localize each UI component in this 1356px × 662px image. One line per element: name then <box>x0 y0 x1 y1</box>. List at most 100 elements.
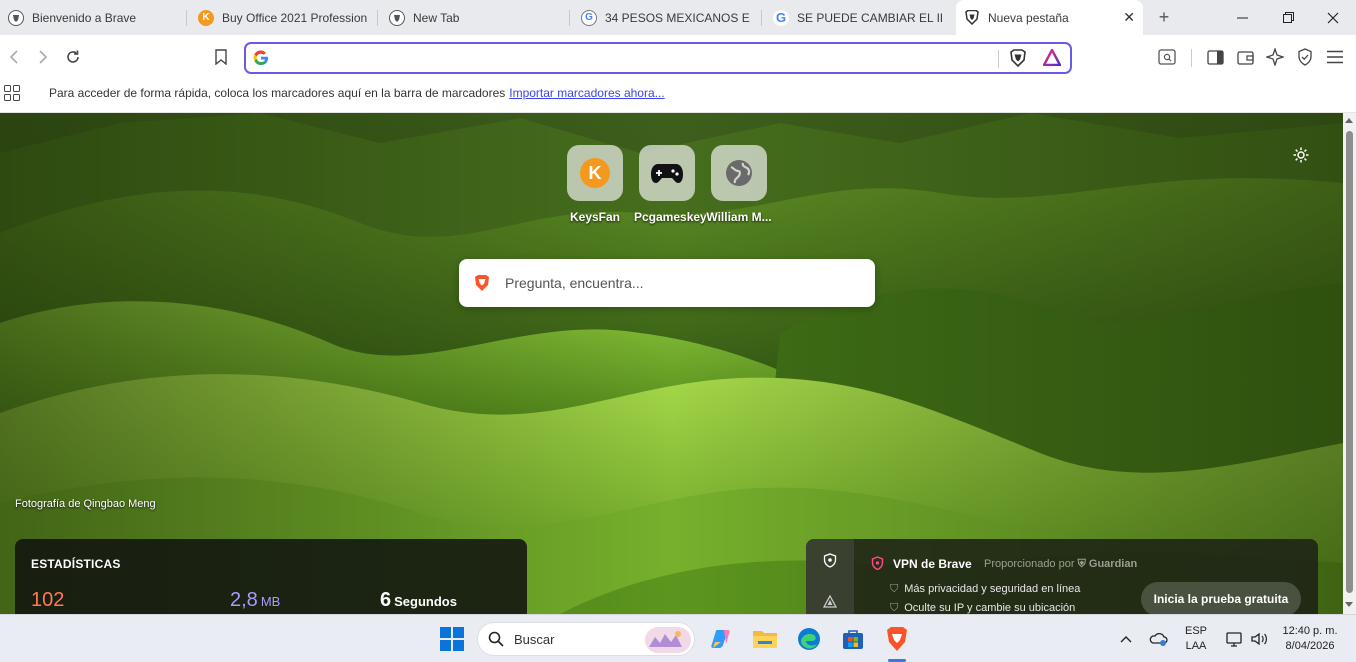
sidebar-icon[interactable] <box>1204 46 1226 68</box>
leo-ai-icon[interactable] <box>1264 46 1286 68</box>
bandwidth-value: 2,8 <box>230 589 258 611</box>
vpn-powered-by: Proporcionado por ⛨ Guardian <box>984 558 1137 571</box>
vpn-benefit-2: ⛉ Oculte su IP y cambie su ubicación <box>890 602 1075 614</box>
vpn-widget: VPN de Brave Proporcionado por ⛨ Guardia… <box>806 539 1318 614</box>
page-scrollbar[interactable] <box>1343 113 1356 614</box>
close-tab-icon[interactable]: ✕ <box>1123 9 1135 26</box>
top-site-william[interactable]: William M... <box>706 145 772 224</box>
tab-new-tab[interactable]: New Tab <box>381 0 571 35</box>
time-value: 6 <box>380 589 392 611</box>
windows-taskbar: Buscar ESP LAA 12:40 p. m. 8/04/2026 <box>0 614 1356 662</box>
bookmark-icon[interactable] <box>210 46 232 68</box>
photo-credit: Fotografía de Qingbao Meng <box>15 498 156 510</box>
top-site-keysfan[interactable]: K KeysFan <box>562 145 628 224</box>
ntp-search-placeholder: Pregunta, encuentra... <box>505 275 644 291</box>
google-icon: G <box>773 9 789 26</box>
tab-separator <box>186 10 187 26</box>
top-site-pcgameskey[interactable]: Pcgameskey <box>634 145 707 224</box>
scroll-down-arrow-icon[interactable] <box>1345 602 1353 607</box>
tab-title: SE PUEDE CAMBIAR EL IDIOMA <box>797 10 942 25</box>
keyboard-layout: LAA <box>1185 640 1207 652</box>
bandwidth-saved: 2,8 MB <box>230 589 280 612</box>
volume-icon[interactable] <box>1245 625 1273 653</box>
vpn-benefit-1: ⛉ Más privacidad y seguridad en línea <box>890 583 1080 596</box>
brave-shields-icon[interactable] <box>1009 49 1027 71</box>
close-window-button[interactable] <box>1310 0 1356 35</box>
time-saved: 6 Segundos <box>380 589 457 612</box>
vpn-title: VPN de Brave <box>893 557 972 571</box>
vpn-benefit-text: Más privacidad y seguridad en línea <box>904 583 1081 595</box>
vpn-free-trial-button[interactable]: Inicia la prueba gratuita <box>1141 582 1301 614</box>
onedrive-status-icon[interactable] <box>1144 625 1172 653</box>
powered-by-text: Proporcionado por <box>984 558 1075 570</box>
vpn-widget-sidebar <box>806 539 854 614</box>
windows-start-icon[interactable] <box>438 625 466 653</box>
vpn-logo-icon <box>871 556 884 573</box>
language-code: ESP <box>1184 625 1207 637</box>
copilot-icon[interactable] <box>707 625 735 653</box>
restore-button[interactable] <box>1265 0 1311 35</box>
top-site-label: William M... <box>706 210 772 224</box>
vpn-shield-icon[interactable] <box>823 553 837 571</box>
clock[interactable]: 12:40 p. m. 8/04/2026 <box>1274 624 1346 654</box>
tab-strip: Bienvenido a Brave K Buy Office 2021 Pro… <box>0 0 1356 35</box>
clock-time: 12:40 p. m. <box>1282 625 1338 637</box>
brave-rewards-icon[interactable] <box>1042 48 1062 69</box>
vpn-icon[interactable] <box>1294 46 1316 68</box>
check-shield-icon: ⛉ <box>890 583 899 595</box>
bookmarks-bar-message: Para acceder de forma rápida, coloca los… <box>49 86 665 100</box>
taskbar-search-label: Buscar <box>514 632 555 647</box>
search-highlight-icon <box>645 627 691 656</box>
import-bookmarks-link[interactable]: Importar marcadores ahora... <box>509 86 664 100</box>
search-icon <box>488 631 504 650</box>
brave-shield-icon <box>964 10 980 26</box>
clock-date: 8/04/2026 <box>1285 640 1335 652</box>
edge-icon[interactable] <box>795 625 823 653</box>
back-button[interactable] <box>3 46 25 68</box>
forward-button[interactable] <box>32 46 54 68</box>
tab-title: Nueva pestaña <box>988 10 1069 25</box>
brave-taskbar-icon[interactable] <box>883 625 911 653</box>
gamepad-icon <box>639 145 695 201</box>
omnibox-divider <box>998 50 999 68</box>
top-site-label: KeysFan <box>569 210 621 224</box>
bookmarks-hint-text: Para acceder de forma rápida, coloca los… <box>49 86 506 100</box>
show-hidden-icons-chevron-icon[interactable] <box>1112 625 1140 653</box>
taskbar-search-box[interactable]: Buscar <box>477 622 695 656</box>
globe-icon <box>711 145 767 201</box>
guardian-name: Guardian <box>1088 558 1138 570</box>
trackers-blocked-count: 102 <box>31 589 65 611</box>
input-language[interactable]: ESP LAA <box>1180 624 1212 654</box>
address-bar[interactable] <box>244 42 1072 74</box>
tab-title: Buy Office 2021 Professional <box>222 10 367 25</box>
keysfan-icon: K <box>567 145 623 201</box>
ntp-search-box[interactable]: Pregunta, encuentra... <box>459 259 875 307</box>
wallet-icon[interactable] <box>1234 46 1256 68</box>
stats-header: ESTADÍSTICAS <box>31 557 121 571</box>
tab-buy-office[interactable]: K Buy Office 2021 Professional <box>190 0 375 35</box>
tab-search-icon[interactable] <box>1156 46 1178 68</box>
minimize-button[interactable] <box>1219 0 1265 35</box>
new-tab-page: K KeysFan Pcgameskey William M... Pregun… <box>0 113 1343 614</box>
brave-icon <box>389 9 405 26</box>
tab-title: Bienvenido a Brave <box>32 10 137 25</box>
tab-title: 34 PESOS MEXICANOS EN <box>605 10 750 25</box>
tab-idioma[interactable]: G SE PUEDE CAMBIAR EL IDIOMA <box>765 0 950 35</box>
bandwidth-unit: MB <box>260 594 281 609</box>
guardian-logo: ⛨ Guardian <box>1077 558 1138 570</box>
scroll-up-arrow-icon[interactable] <box>1345 118 1353 123</box>
tab-pesos[interactable]: G 34 PESOS MEXICANOS EN <box>573 0 758 35</box>
apps-grid-icon[interactable] <box>4 85 20 104</box>
new-tab-button[interactable]: + <box>1155 6 1173 28</box>
tab-bienvenido[interactable]: Bienvenido a Brave <box>0 0 185 35</box>
ntp-settings-gear-icon[interactable] <box>1292 146 1310 167</box>
toolbar-divider <box>1191 49 1192 67</box>
microsoft-store-icon[interactable] <box>839 625 867 653</box>
tab-nueva-pestana[interactable]: Nueva pestaña ✕ <box>956 0 1143 35</box>
reload-button[interactable] <box>62 46 84 68</box>
tab-separator <box>761 10 762 26</box>
scrollbar-thumb[interactable] <box>1346 131 1353 593</box>
menu-icon[interactable] <box>1324 46 1346 68</box>
file-explorer-icon[interactable] <box>751 625 779 653</box>
rewards-triangle-icon[interactable] <box>822 594 838 611</box>
